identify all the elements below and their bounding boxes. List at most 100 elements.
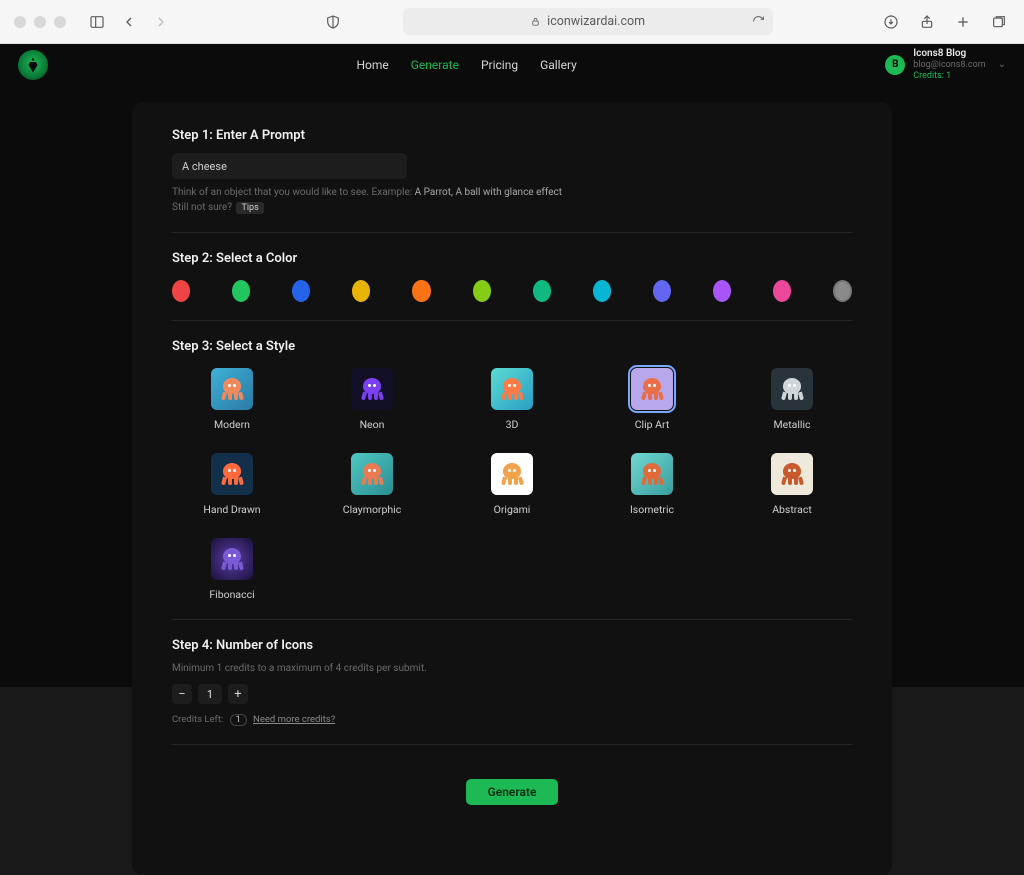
privacy-shield-icon[interactable]: [322, 11, 344, 33]
increment-button[interactable]: +: [228, 684, 248, 704]
style-label: Claymorphic: [343, 503, 401, 516]
url-host: iconwizardai.com: [547, 14, 645, 29]
share-icon[interactable]: [916, 11, 938, 33]
prompt-input[interactable]: [172, 153, 407, 179]
color-swatch[interactable]: [833, 280, 852, 302]
color-swatch[interactable]: [473, 280, 491, 302]
nav-item-generate[interactable]: Generate: [411, 58, 459, 72]
style-option-isometric[interactable]: Isometric: [592, 453, 712, 516]
back-button[interactable]: [118, 11, 140, 33]
color-swatch[interactable]: [593, 280, 611, 302]
color-swatch[interactable]: [773, 280, 791, 302]
reload-icon[interactable]: [752, 15, 765, 28]
traffic-zoom[interactable]: [54, 16, 66, 28]
style-label: Neon: [360, 418, 385, 431]
nav-item-pricing[interactable]: Pricing: [481, 58, 518, 72]
style-thumb: [211, 368, 253, 410]
style-label: Abstract: [772, 503, 812, 516]
quantity-value: 1: [198, 684, 222, 704]
style-thumb: [491, 368, 533, 410]
traffic-minimize[interactable]: [34, 16, 46, 28]
need-more-credits-link[interactable]: Need more credits?: [253, 714, 335, 725]
sidebar-toggle-icon[interactable]: [86, 11, 108, 33]
style-option-clip-art[interactable]: Clip Art: [592, 368, 712, 431]
step4-section: Step 4: Number of Icons Minimum 1 credit…: [172, 638, 852, 745]
main-nav: Home Generate Pricing Gallery: [356, 58, 576, 72]
still-not-sure-label: Still not sure?: [172, 202, 232, 213]
step1-hint2: Still not sure? Tips: [172, 202, 852, 214]
style-label: 3D: [506, 418, 519, 431]
style-grid: Modern Neon 3D Clip Art Metallic Hand Drawn Cl…: [172, 368, 852, 601]
style-thumb: [211, 538, 253, 580]
style-thumb: [771, 453, 813, 495]
color-swatch[interactable]: [713, 280, 731, 302]
account-menu[interactable]: B Icons8 Blog blog@icons8.com Credits: 1…: [885, 48, 1006, 83]
step1-section: Step 1: Enter A Prompt Think of an objec…: [172, 128, 852, 233]
style-label: Isometric: [630, 503, 674, 516]
avatar: B: [885, 55, 905, 75]
style-thumb: [351, 368, 393, 410]
color-swatch[interactable]: [232, 280, 250, 302]
traffic-lights: [14, 16, 66, 28]
credits-left-value: 1: [230, 714, 247, 726]
browser-toolbar: iconwizardai.com: [0, 0, 1024, 44]
style-thumb: [631, 368, 673, 410]
tab-overview-icon[interactable]: [988, 11, 1010, 33]
account-name: Icons8 Blog: [913, 48, 985, 61]
app-logo[interactable]: [18, 50, 48, 80]
generate-button[interactable]: Generate: [466, 779, 559, 805]
step1-title: Step 1: Enter A Prompt: [172, 128, 852, 143]
style-option-3d[interactable]: 3D: [452, 368, 572, 431]
generate-panel: Step 1: Enter A Prompt Think of an objec…: [132, 102, 892, 875]
step3-title: Step 3: Select a Style: [172, 339, 852, 354]
decrement-button[interactable]: −: [172, 684, 192, 704]
style-option-hand-drawn[interactable]: Hand Drawn: [172, 453, 292, 516]
style-option-origami[interactable]: Origami: [452, 453, 572, 516]
url-bar[interactable]: iconwizardai.com: [403, 8, 773, 35]
step2-title: Step 2: Select a Color: [172, 251, 852, 266]
chevron-down-icon: ⌄: [998, 59, 1006, 72]
traffic-close[interactable]: [14, 16, 26, 28]
nav-item-home[interactable]: Home: [356, 58, 388, 72]
style-thumb: [351, 453, 393, 495]
credits-left-row: Credits Left: 1 Need more credits?: [172, 714, 852, 726]
style-label: Hand Drawn: [203, 503, 260, 516]
lock-icon: [530, 16, 541, 27]
color-swatch[interactable]: [653, 280, 671, 302]
tips-chip[interactable]: Tips: [236, 202, 263, 214]
new-tab-icon[interactable]: [952, 11, 974, 33]
color-swatch[interactable]: [352, 280, 370, 302]
color-row: [172, 280, 852, 302]
forward-button: [150, 11, 172, 33]
style-option-abstract[interactable]: Abstract: [732, 453, 852, 516]
style-thumb: [211, 453, 253, 495]
style-thumb: [631, 453, 673, 495]
color-swatch[interactable]: [533, 280, 551, 302]
hint-example: A Parrot, A ball with glance effect: [415, 187, 562, 198]
style-option-modern[interactable]: Modern: [172, 368, 292, 431]
style-option-metallic[interactable]: Metallic: [732, 368, 852, 431]
step3-section: Step 3: Select a Style Modern Neon 3D Clip …: [172, 339, 852, 620]
quantity-stepper: − 1 +: [172, 684, 852, 704]
nav-item-gallery[interactable]: Gallery: [540, 58, 577, 72]
color-swatch[interactable]: [292, 280, 310, 302]
hint-prefix: Think of an object that you would like t…: [172, 187, 415, 198]
app-topbar: Home Generate Pricing Gallery B Icons8 Blog…: [0, 44, 1024, 86]
app-root: Home Generate Pricing Gallery B Icons8 Blog…: [0, 44, 1024, 687]
style-option-claymorphic[interactable]: Claymorphic: [312, 453, 432, 516]
style-thumb: [491, 453, 533, 495]
step4-title: Step 4: Number of Icons: [172, 638, 852, 653]
color-swatch[interactable]: [172, 280, 190, 302]
account-credits: Credits: 1: [913, 71, 985, 82]
account-email: blog@icons8.com: [913, 60, 985, 71]
step2-section: Step 2: Select a Color: [172, 251, 852, 321]
style-thumb: [771, 368, 813, 410]
style-label: Metallic: [773, 418, 810, 431]
style-option-neon[interactable]: Neon: [312, 368, 432, 431]
color-swatch[interactable]: [412, 280, 430, 302]
step4-subtitle: Minimum 1 credits to a maximum of 4 cred…: [172, 663, 852, 674]
step1-hint: Think of an object that you would like t…: [172, 187, 852, 198]
downloads-icon[interactable]: [880, 11, 902, 33]
style-label: Fibonacci: [209, 588, 254, 601]
style-option-fibonacci[interactable]: Fibonacci: [172, 538, 292, 601]
